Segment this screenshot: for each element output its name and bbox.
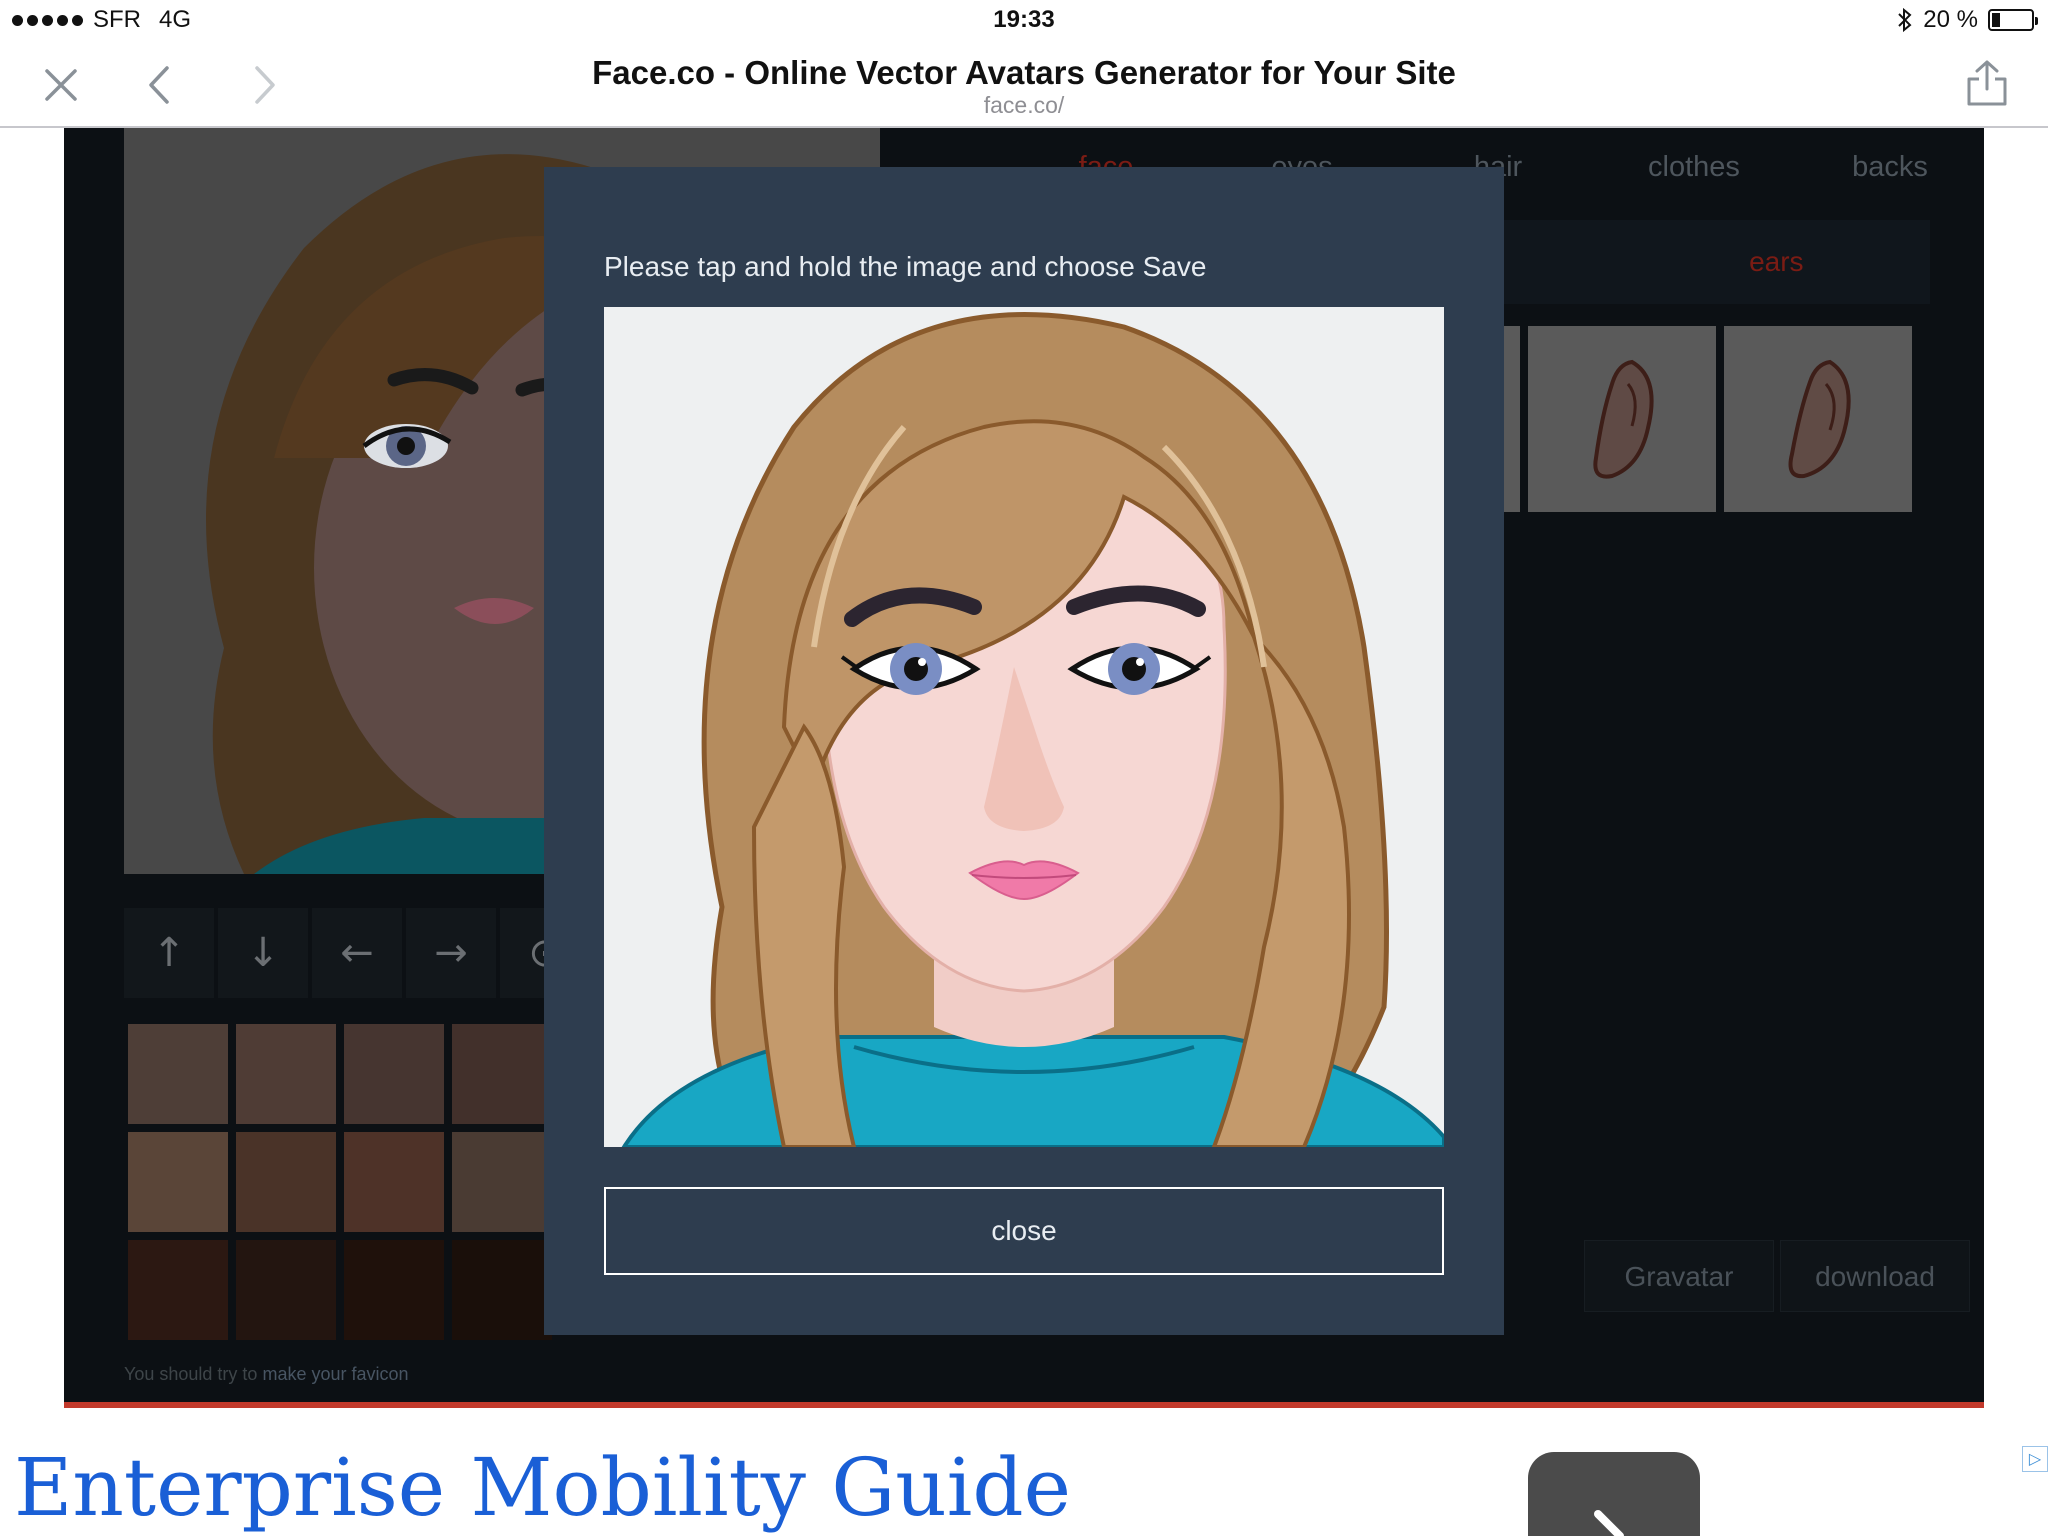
battery-icon bbox=[1988, 9, 2038, 31]
arrow-up-icon[interactable]: ↑ bbox=[124, 908, 214, 998]
status-bar: SFR 4G 19:33 20 % bbox=[0, 0, 2048, 40]
color-swatch[interactable] bbox=[128, 1132, 228, 1232]
skin-color-palette bbox=[128, 1024, 552, 1340]
color-swatch[interactable] bbox=[452, 1024, 552, 1124]
color-swatch[interactable] bbox=[236, 1132, 336, 1232]
color-swatch[interactable] bbox=[344, 1132, 444, 1232]
arrow-icon bbox=[1594, 1510, 1624, 1536]
browser-toolbar: Face.co - Online Vector Avatars Generato… bbox=[0, 40, 2048, 128]
page-title: Face.co - Online Vector Avatars Generato… bbox=[592, 54, 1456, 91]
color-swatch[interactable] bbox=[344, 1024, 444, 1124]
ear-option[interactable] bbox=[1724, 326, 1912, 512]
close-button[interactable]: close bbox=[604, 1187, 1444, 1275]
tab-clothes[interactable]: clothes bbox=[1596, 128, 1792, 206]
position-controls: ↑ ↓ ← → ⊙ bbox=[124, 908, 590, 998]
status-right: 20 % bbox=[1897, 6, 2038, 34]
download-button[interactable]: download bbox=[1780, 1240, 1970, 1312]
color-swatch[interactable] bbox=[128, 1240, 228, 1340]
favicon-link[interactable]: make your favicon bbox=[262, 1364, 408, 1384]
ad-cta-button[interactable] bbox=[1528, 1452, 1700, 1536]
bluetooth-icon bbox=[1898, 7, 1912, 33]
subtab-ears[interactable]: ears bbox=[1623, 220, 1930, 304]
ad-choices-icon[interactable]: ▷ bbox=[2022, 1446, 2048, 1472]
clock: 19:33 bbox=[993, 6, 1055, 33]
color-swatch[interactable] bbox=[452, 1132, 552, 1232]
ad-headline[interactable]: Enterprise Mobility Guide bbox=[14, 1448, 1071, 1528]
color-swatch[interactable] bbox=[236, 1240, 336, 1340]
color-swatch[interactable] bbox=[128, 1024, 228, 1124]
share-icon[interactable] bbox=[1962, 58, 2012, 108]
favicon-hint: You should try to make your favicon bbox=[124, 1364, 409, 1385]
battery-fill bbox=[1992, 13, 2000, 27]
avatar-illustration bbox=[604, 307, 1444, 1147]
arrow-left-icon[interactable]: ← bbox=[312, 908, 402, 998]
generated-avatar-image[interactable] bbox=[604, 307, 1444, 1147]
tab-backs[interactable]: backs bbox=[1792, 128, 1984, 206]
url-label[interactable]: face.co/ bbox=[0, 92, 2048, 119]
export-actions: Gravatar download bbox=[1584, 1240, 1970, 1312]
color-swatch[interactable] bbox=[236, 1024, 336, 1124]
ear-options bbox=[1500, 326, 1912, 512]
ear-icon bbox=[1593, 359, 1654, 479]
save-image-modal: Please tap and hold the image and choose… bbox=[544, 167, 1504, 1335]
color-swatch[interactable] bbox=[344, 1240, 444, 1340]
ear-option[interactable] bbox=[1528, 326, 1716, 512]
save-instruction: Please tap and hold the image and choose… bbox=[604, 251, 1207, 282]
ear-icon bbox=[1788, 359, 1851, 479]
gravatar-button[interactable]: Gravatar bbox=[1584, 1240, 1774, 1312]
favicon-hint-text: You should try to bbox=[124, 1364, 258, 1384]
battery-percent: 20 % bbox=[1923, 6, 1978, 33]
ad-banner[interactable]: Enterprise Mobility Guide ▷ bbox=[0, 1446, 2048, 1536]
accent-divider bbox=[64, 1402, 1984, 1408]
color-swatch[interactable] bbox=[452, 1240, 552, 1340]
arrow-right-icon[interactable]: → bbox=[406, 908, 496, 998]
arrow-down-icon[interactable]: ↓ bbox=[218, 908, 308, 998]
